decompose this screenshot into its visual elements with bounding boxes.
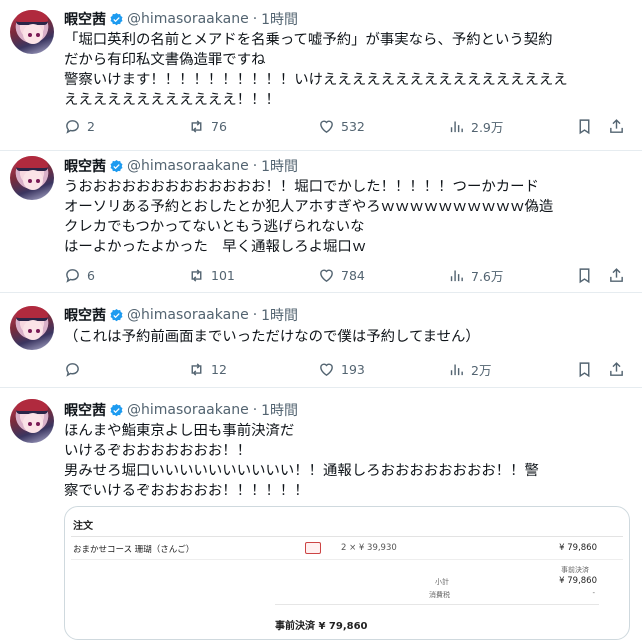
subtotal-value: ¥ 79,860 — [559, 576, 597, 586]
reply-count: 2 — [87, 118, 95, 134]
tweet-text: （これは予約前画面までいっただけなので僕は予約してません） — [64, 329, 480, 345]
retweet-button[interactable]: 12 — [188, 359, 227, 379]
timestamp[interactable]: 1時間 — [261, 305, 298, 325]
receipt-title: 注文 — [73, 521, 93, 532]
views-icon — [450, 270, 463, 281]
bookmark-button[interactable] — [576, 116, 599, 136]
reply-count: 6 — [87, 267, 95, 283]
total: 事前決済 ¥ 79,860 — [275, 621, 368, 632]
avatar[interactable] — [10, 10, 54, 54]
handle[interactable]: @himasoraakane — [127, 307, 249, 323]
heart-icon — [320, 269, 333, 282]
course-name: おまかせコース 珊瑚（さんご） — [73, 545, 195, 555]
like-count: 784 — [341, 267, 365, 283]
retweet-button[interactable]: 76 — [188, 116, 227, 136]
heart-icon — [320, 120, 333, 133]
bookmark-icon — [579, 361, 590, 377]
line-price: ¥ 79,860 — [559, 543, 597, 553]
handle[interactable]: @himasoraakane — [127, 158, 249, 174]
divider — [275, 604, 599, 605]
reply-icon — [66, 362, 79, 377]
separator-dot: · — [252, 11, 258, 27]
tweet-1[interactable]: 暇空茜 @himasoraakane · 1時間 「堀口英利の名前とメアドを名乗… — [0, 0, 642, 151]
retweet-icon — [191, 362, 202, 376]
action-bar: 12 193 2万 — [64, 359, 624, 379]
view-count: 2万 — [471, 362, 492, 378]
tweet-2[interactable]: 暇空茜 @himasoraakane · 1時間 うおおおおおおおおおおおおお！… — [0, 150, 642, 293]
tweet-3[interactable]: 暇空茜 @himasoraakane · 1時間 （これは予約前画面までいっただ… — [0, 292, 642, 388]
share-icon — [610, 118, 623, 133]
reply-button[interactable]: 6 — [64, 265, 95, 285]
avatar[interactable] — [10, 399, 54, 443]
handle[interactable]: @himasoraakane — [127, 11, 249, 27]
bookmark-button[interactable] — [576, 265, 599, 285]
retweet-button[interactable]: 101 — [188, 265, 235, 285]
reply-button[interactable] — [64, 359, 87, 379]
retweet-count: 12 — [211, 361, 227, 377]
retweet-icon — [191, 119, 202, 133]
fee-label: 消費税 — [429, 591, 450, 599]
avatar[interactable] — [10, 156, 54, 200]
bookmark-button[interactable] — [576, 359, 599, 379]
display-name[interactable]: 暇空茜 — [64, 305, 106, 325]
separator-dot: · — [252, 307, 258, 323]
like-count: 532 — [341, 118, 365, 134]
avatar[interactable] — [10, 306, 54, 350]
receipt-image[interactable]: 注文 おまかせコース 珊瑚（さんご） 2 × ¥ 39,930 ¥ 79,860… — [64, 506, 630, 640]
action-bar: 2 76 532 2.9万 — [64, 116, 624, 136]
paid-label: 事前決済 — [561, 566, 589, 574]
action-bar: 6 101 784 7.6万 — [64, 265, 624, 285]
retweet-count: 76 — [211, 118, 227, 134]
display-name[interactable]: 暇空茜 — [64, 400, 106, 420]
divider — [71, 536, 623, 537]
share-button[interactable] — [608, 359, 631, 379]
reply-button[interactable]: 2 — [64, 116, 95, 136]
timestamp[interactable]: 1時間 — [261, 400, 298, 420]
views-icon — [450, 364, 463, 375]
tweet-text: ほんまや鮨東京よし田も事前決済だ いけるぞおおおおおおお！！ 男みせろ堀口いいい… — [64, 423, 539, 499]
share-button[interactable] — [608, 265, 631, 285]
tweet-text: 「堀口英利の名前とメアドを名乗って嘘予約」が事実なら、予約という契約 だから有印… — [64, 32, 568, 108]
like-button[interactable]: 784 — [318, 265, 365, 285]
separator-dot: · — [252, 402, 258, 418]
verified-badge-icon — [110, 403, 123, 416]
bookmark-icon — [579, 118, 590, 134]
timestamp[interactable]: 1時間 — [261, 156, 298, 176]
retweet-count: 101 — [211, 267, 235, 283]
reply-icon — [66, 119, 79, 134]
views-button[interactable]: 7.6万 — [448, 265, 503, 285]
views-button[interactable]: 2.9万 — [448, 116, 503, 136]
divider — [71, 559, 623, 560]
display-name[interactable]: 暇空茜 — [64, 9, 106, 29]
heart-icon — [320, 363, 333, 376]
share-button[interactable] — [608, 116, 631, 136]
reply-icon — [66, 268, 79, 283]
verified-badge-icon — [110, 12, 123, 25]
share-icon — [610, 361, 623, 376]
subtotal-label: 小計 — [435, 578, 449, 586]
verified-badge-icon — [110, 308, 123, 321]
like-button[interactable]: 532 — [318, 116, 365, 136]
tweet-text: うおおおおおおおおおおおおお！！堀口でかした！！！！！つーかカード オーソリある… — [64, 179, 554, 255]
retweet-icon — [191, 268, 202, 282]
like-count: 193 — [341, 361, 365, 377]
bookmark-icon — [579, 267, 590, 283]
fee-value: - — [592, 589, 595, 597]
views-icon — [450, 121, 463, 132]
view-count: 2.9万 — [471, 119, 504, 135]
display-name[interactable]: 暇空茜 — [64, 156, 106, 176]
like-button[interactable]: 193 — [318, 359, 365, 379]
share-icon — [610, 267, 623, 282]
credit-card-icon — [305, 542, 321, 554]
timestamp[interactable]: 1時間 — [261, 9, 298, 29]
verified-badge-icon — [110, 159, 123, 172]
separator-dot: · — [252, 158, 258, 174]
views-button[interactable]: 2万 — [448, 359, 491, 379]
quantity: 2 × ¥ 39,930 — [341, 543, 397, 553]
view-count: 7.6万 — [471, 268, 504, 284]
handle[interactable]: @himasoraakane — [127, 402, 249, 418]
